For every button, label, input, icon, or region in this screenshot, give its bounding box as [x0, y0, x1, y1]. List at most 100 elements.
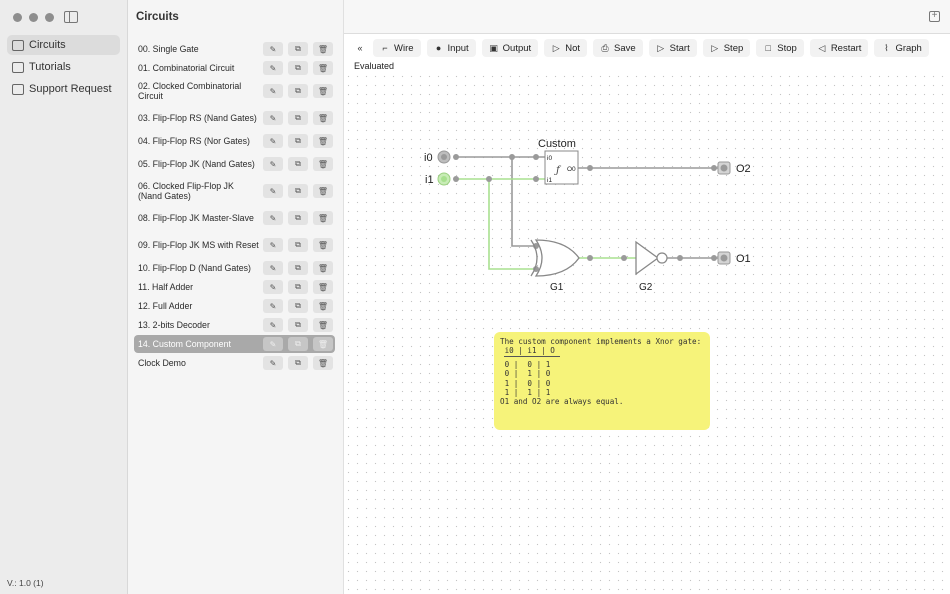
- note-line: O1 and O2 are always equal.: [500, 397, 624, 407]
- wire-button[interactable]: ⌐ Wire: [373, 39, 421, 57]
- list-item[interactable]: 00. Single Gate ✎ ⧉ 🗑: [134, 40, 335, 58]
- duplicate-icon[interactable]: ⧉: [288, 238, 308, 252]
- duplicate-icon[interactable]: ⧉: [288, 318, 308, 332]
- duplicate-icon[interactable]: ⧉: [288, 261, 308, 275]
- edit-icon[interactable]: ✎: [263, 157, 283, 171]
- trash-icon[interactable]: 🗑: [313, 211, 333, 225]
- trash-icon[interactable]: 🗑: [313, 84, 333, 98]
- trash-icon[interactable]: 🗑: [313, 356, 333, 370]
- close-window-button[interactable]: [13, 13, 22, 22]
- list-item[interactable]: 14. Custom Component ✎ ⧉ 🗑: [134, 335, 335, 353]
- duplicate-icon[interactable]: ⧉: [288, 134, 308, 148]
- list-item[interactable]: 01. Combinatorial Circuit ✎ ⧉ 🗑: [134, 59, 335, 77]
- collapse-button[interactable]: «: [353, 39, 367, 57]
- minimize-window-button[interactable]: [29, 13, 38, 22]
- edit-icon[interactable]: ✎: [263, 299, 283, 313]
- start-button[interactable]: ▷ Start: [648, 39, 697, 57]
- edit-icon[interactable]: ✎: [263, 337, 283, 351]
- list-item[interactable]: 02. Clocked Combinatorial Circuit ✎ ⧉ 🗑: [134, 78, 335, 104]
- edit-icon[interactable]: ✎: [263, 184, 283, 198]
- graph-button[interactable]: ⌇ Graph: [874, 39, 929, 57]
- trash-icon[interactable]: 🗑: [313, 318, 333, 332]
- input-button[interactable]: ● Input: [426, 39, 476, 57]
- custom-pin-o0: O0: [567, 166, 576, 173]
- duplicate-icon[interactable]: ⧉: [288, 184, 308, 198]
- trash-icon[interactable]: 🗑: [313, 42, 333, 56]
- edit-icon[interactable]: ✎: [263, 134, 283, 148]
- input-icon: ●: [435, 43, 442, 53]
- sidebar-item-support-request[interactable]: Support Request: [7, 79, 120, 99]
- edit-icon[interactable]: ✎: [263, 84, 283, 98]
- sidebar-toggle-icon[interactable]: [64, 11, 78, 23]
- list-item[interactable]: 11. Half Adder ✎ ⧉ 🗑: [134, 278, 335, 296]
- row-actions: ✎ ⧉ 🗑: [263, 42, 333, 56]
- duplicate-icon[interactable]: ⧉: [288, 299, 308, 313]
- save-button[interactable]: ⎙ Save: [593, 39, 643, 57]
- row-actions: ✎ ⧉ 🗑: [263, 111, 333, 125]
- duplicate-icon[interactable]: ⧉: [288, 84, 308, 98]
- list-item[interactable]: 03. Flip-Flop RS (Nand Gates) ✎ ⧉ 🗑: [134, 105, 335, 131]
- trash-icon[interactable]: 🗑: [313, 184, 333, 198]
- duplicate-icon[interactable]: ⧉: [288, 356, 308, 370]
- trash-icon[interactable]: 🗑: [313, 299, 333, 313]
- circuit-canvas[interactable]: i0 i1 Custom i0 i1 O0 ƒ G1 G2 O2 O1 The …: [344, 72, 950, 594]
- edit-icon[interactable]: ✎: [263, 356, 283, 370]
- zoom-window-button[interactable]: [45, 13, 54, 22]
- duplicate-icon[interactable]: ⧉: [288, 211, 308, 225]
- sidebar-item-circuits[interactable]: Circuits: [7, 35, 120, 55]
- duplicate-icon[interactable]: ⧉: [288, 111, 308, 125]
- start-label: Start: [669, 42, 690, 54]
- not-gate-g2[interactable]: [635, 240, 668, 276]
- input-node-i1-core: [441, 176, 447, 182]
- trash-icon[interactable]: 🗑: [313, 337, 333, 351]
- duplicate-icon[interactable]: ⧉: [288, 61, 308, 75]
- step-button[interactable]: ▷ Step: [702, 39, 751, 57]
- list-item[interactable]: 08. Flip-Flop JK Master-Slave ✎ ⧉ 🗑: [134, 205, 335, 231]
- stop-button[interactable]: □ Stop: [756, 39, 804, 57]
- list-item[interactable]: 09. Flip-Flop JK MS with Reset ✎ ⧉ 🗑: [134, 232, 335, 258]
- trash-icon[interactable]: 🗑: [313, 238, 333, 252]
- row-actions: ✎ ⧉ 🗑: [263, 211, 333, 225]
- list-item[interactable]: 05. Flip-Flop JK (Nand Gates) ✎ ⧉ 🗑: [134, 151, 335, 177]
- list-item[interactable]: 12. Full Adder ✎ ⧉ 🗑: [134, 297, 335, 315]
- version-label: V.: 1.0 (1): [7, 578, 44, 588]
- book-icon: [12, 61, 24, 73]
- duplicate-icon[interactable]: ⧉: [288, 337, 308, 351]
- list-item[interactable]: 10. Flip-Flop D (Nand Gates) ✎ ⧉ 🗑: [134, 259, 335, 277]
- edit-icon[interactable]: ✎: [263, 211, 283, 225]
- circuit-icon: [12, 39, 24, 51]
- duplicate-icon[interactable]: ⧉: [288, 280, 308, 294]
- row-actions: ✎ ⧉ 🗑: [263, 299, 333, 313]
- sidebar-item-tutorials[interactable]: Tutorials: [7, 57, 120, 77]
- trash-icon[interactable]: 🗑: [313, 111, 333, 125]
- edit-icon[interactable]: ✎: [263, 261, 283, 275]
- sticky-note[interactable]: The custom component implements a Xnor g…: [494, 332, 710, 430]
- list-item[interactable]: 06. Clocked Flip-Flop JK (Nand Gates) ✎ ⧉ 🗑: [134, 178, 335, 204]
- save-label: Save: [614, 42, 636, 54]
- not-button[interactable]: ▷ Not: [544, 39, 587, 57]
- circuit-list-panel: Circuits 00. Single Gate ✎ ⧉ 🗑 01. Combinato…: [128, 0, 344, 594]
- list-item[interactable]: 04. Flip-Flop RS (Nor Gates) ✎ ⧉ 🗑: [134, 132, 335, 150]
- edit-icon[interactable]: ✎: [263, 318, 283, 332]
- output-button[interactable]: ▣ Output: [481, 39, 539, 57]
- edit-icon[interactable]: ✎: [263, 280, 283, 294]
- list-item-label: Clock Demo: [138, 357, 186, 368]
- edit-icon[interactable]: ✎: [263, 42, 283, 56]
- duplicate-icon[interactable]: ⧉: [288, 157, 308, 171]
- list-item[interactable]: 13. 2-bits Decoder ✎ ⧉ 🗑: [134, 316, 335, 334]
- list-item-label: 10. Flip-Flop D (Nand Gates): [138, 262, 251, 273]
- edit-icon[interactable]: ✎: [263, 61, 283, 75]
- duplicate-icon[interactable]: ⧉: [288, 42, 308, 56]
- add-icon[interactable]: +: [929, 11, 940, 22]
- edit-icon[interactable]: ✎: [263, 111, 283, 125]
- trash-icon[interactable]: 🗑: [313, 261, 333, 275]
- trash-icon[interactable]: 🗑: [313, 157, 333, 171]
- row-actions: ✎ ⧉ 🗑: [263, 157, 333, 171]
- trash-icon[interactable]: 🗑: [313, 134, 333, 148]
- restart-button[interactable]: ◁ Restart: [809, 39, 869, 57]
- edit-icon[interactable]: ✎: [263, 238, 283, 252]
- double-chevron-left-icon: «: [357, 43, 363, 53]
- trash-icon[interactable]: 🗑: [313, 61, 333, 75]
- trash-icon[interactable]: 🗑: [313, 280, 333, 294]
- list-item[interactable]: Clock Demo ✎ ⧉ 🗑: [134, 354, 335, 372]
